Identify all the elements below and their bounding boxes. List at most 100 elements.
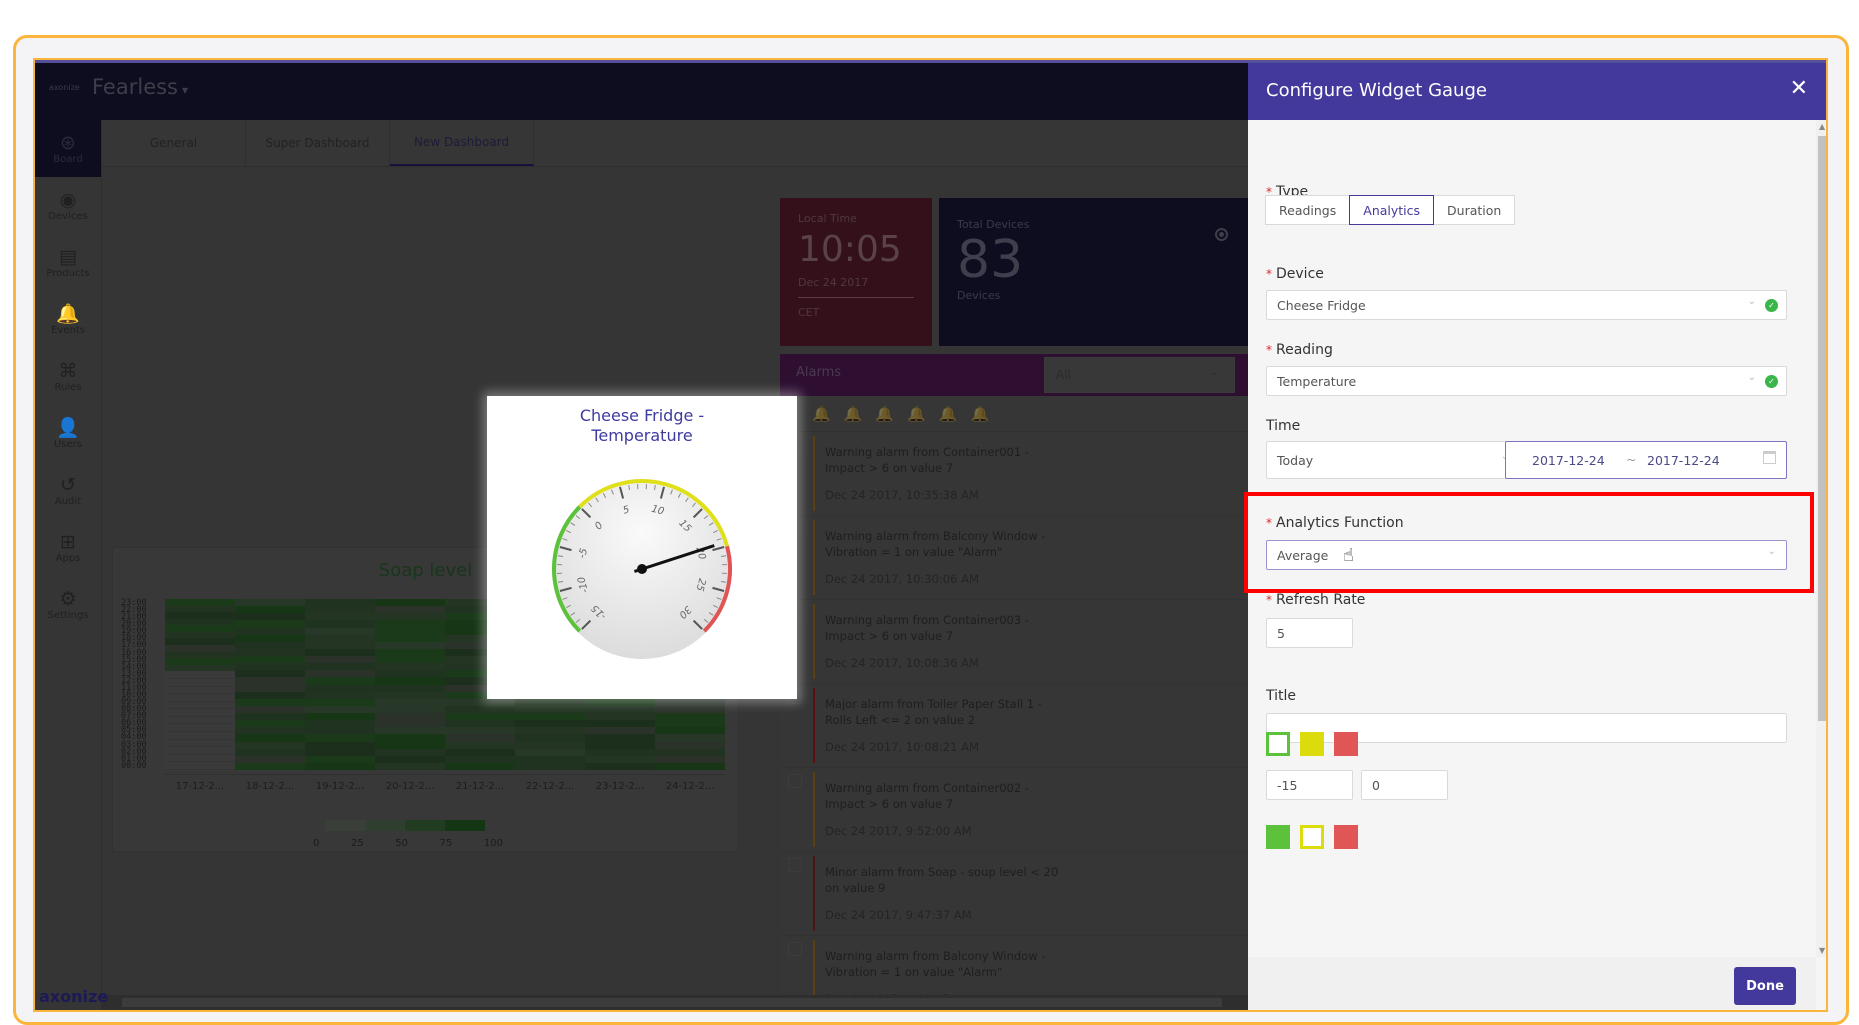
bell-info-icon[interactable]: 🔔 bbox=[970, 405, 989, 423]
alarm-list-item[interactable]: Warning alarm from Balcony Window - Vibr… bbox=[780, 516, 1248, 600]
heatmap-y-axis: 23:0022:0021:0020:0019:0018:0017:0016:00… bbox=[121, 600, 157, 770]
range-from-input[interactable]: -15 bbox=[1266, 770, 1353, 800]
scroll-up-icon[interactable]: ▲ bbox=[1819, 122, 1825, 131]
heatmap-cell bbox=[305, 613, 375, 620]
heatmap-cell bbox=[375, 685, 445, 692]
sidebar-item-devices[interactable]: ◉Devices bbox=[35, 177, 101, 234]
local-time-value: 10:05 bbox=[798, 230, 914, 270]
check-circle-icon: ✓ bbox=[1765, 375, 1778, 388]
color-swatch[interactable] bbox=[1300, 732, 1324, 756]
range-to-input[interactable]: 0 bbox=[1361, 770, 1448, 800]
color-swatch[interactable] bbox=[1334, 825, 1358, 849]
heatmap-cell bbox=[235, 642, 305, 649]
heatmap-cell bbox=[515, 763, 585, 770]
alarm-list-item[interactable]: Warning alarm from Container001 - Impact… bbox=[780, 432, 1248, 516]
alarm-timestamp: Dec 24 2017, 10:35:38 AM bbox=[825, 488, 979, 502]
alarms-widget: Alarms All ⌄ 🔔🔔🔔🔔🔔🔔 Warning alarm from C… bbox=[780, 354, 1248, 1009]
heatmap-cell bbox=[305, 727, 375, 734]
sidebar-item-label: Products bbox=[46, 268, 89, 279]
alarms-filter-select[interactable]: All ⌄ bbox=[1044, 357, 1235, 393]
timezone: CET bbox=[798, 306, 914, 319]
heatmap-cell bbox=[305, 713, 375, 720]
type-option-duration[interactable]: Duration bbox=[1433, 195, 1515, 225]
panel-scrollbar[interactable]: ▲ ▼ bbox=[1816, 120, 1828, 957]
tab-general[interactable]: General bbox=[102, 120, 246, 166]
sidebar-item-rules[interactable]: ⌘Rules bbox=[35, 348, 101, 405]
users-icon: 👤 bbox=[56, 417, 80, 439]
date-from: 2017-12-24 bbox=[1532, 453, 1605, 468]
alarm-message: Warning alarm from Container002 - Impact… bbox=[825, 780, 1065, 812]
alarm-list-item[interactable]: Warning alarm from Container002 - Impact… bbox=[780, 768, 1248, 852]
total-devices-unit: Devices bbox=[957, 289, 1230, 302]
alarm-list-item[interactable]: Warning alarm from Container003 - Impact… bbox=[780, 600, 1248, 684]
heatmap-cell bbox=[655, 706, 725, 713]
sidebar-item-audit[interactable]: ↺Audit bbox=[35, 462, 101, 519]
bell-warning-icon[interactable]: 🔔 bbox=[907, 405, 926, 423]
device-select[interactable]: Cheese Fridge ⌄ ✓ bbox=[1266, 290, 1787, 320]
bell-major-icon[interactable]: 🔔 bbox=[844, 405, 863, 423]
alarm-checkbox[interactable] bbox=[788, 774, 802, 788]
heatmap-cell bbox=[585, 727, 655, 734]
color-swatch[interactable] bbox=[1300, 825, 1324, 849]
tab-super-dashboard[interactable]: Super Dashboard bbox=[246, 120, 390, 166]
gauge-widget[interactable]: Cheese Fridge - Temperature -15-10-50510… bbox=[487, 396, 797, 699]
scrollbar-thumb[interactable] bbox=[1818, 136, 1828, 721]
sidebar-item-events[interactable]: 🔔Events bbox=[35, 291, 101, 348]
date-separator: ~ bbox=[1626, 452, 1636, 467]
sidebar-item-apps[interactable]: ⊞Apps bbox=[35, 519, 101, 576]
events-icon: 🔔 bbox=[56, 303, 80, 325]
alarm-checkbox[interactable] bbox=[788, 942, 802, 956]
check-circle-icon: ✓ bbox=[1765, 299, 1778, 312]
bell-minor-icon[interactable]: 🔔 bbox=[875, 405, 894, 423]
alarm-checkbox[interactable] bbox=[788, 858, 802, 872]
color-swatch[interactable] bbox=[1266, 732, 1290, 756]
type-option-readings[interactable]: Readings bbox=[1265, 195, 1350, 225]
done-button[interactable]: Done bbox=[1734, 967, 1796, 1005]
alarm-list-item[interactable]: Major alarm from Toiler Paper Stall 1 - … bbox=[780, 684, 1248, 768]
bell-muted-icon[interactable]: 🔔 bbox=[939, 405, 958, 423]
heatmap-cell bbox=[375, 713, 445, 720]
tab-new-dashboard[interactable]: New Dashboard bbox=[390, 120, 534, 166]
workspace-switcher[interactable]: Fearless▾ bbox=[92, 75, 188, 99]
alarm-message: Warning alarm from Balcony Window - Vibr… bbox=[825, 948, 1065, 980]
logo-small: axonize bbox=[49, 83, 80, 92]
local-time-widget[interactable]: Local Time 10:05 Dec 24 2017 CET bbox=[780, 198, 932, 346]
sidebar-item-board[interactable]: ⊛Board bbox=[35, 120, 101, 177]
heatmap-cell bbox=[585, 763, 655, 770]
heatmap-cell bbox=[515, 699, 585, 706]
sidebar-item-settings[interactable]: ⚙Settings bbox=[35, 576, 101, 633]
calendar-icon bbox=[1763, 451, 1776, 464]
heatmap-cell bbox=[305, 663, 375, 670]
date-range-picker[interactable]: 2017-12-24 ~ 2017-12-24 bbox=[1505, 441, 1787, 479]
scrollbar-thumb[interactable] bbox=[122, 998, 1222, 1007]
heatmap-cell bbox=[305, 742, 375, 749]
color-swatch[interactable] bbox=[1266, 825, 1290, 849]
color-swatch[interactable] bbox=[1334, 732, 1358, 756]
panel-header: Configure Widget Gauge ✕ bbox=[1248, 63, 1828, 120]
heatmap-cell bbox=[375, 649, 445, 656]
heatmap-cell bbox=[375, 727, 445, 734]
bell-critical-icon[interactable]: 🔔 bbox=[812, 405, 831, 423]
audit-icon: ↺ bbox=[60, 474, 76, 496]
heatmap-cell bbox=[165, 762, 235, 770]
heatmap-cell bbox=[235, 599, 305, 606]
close-icon[interactable]: ✕ bbox=[1790, 76, 1808, 101]
total-devices-widget[interactable]: Total Devices 83 Devices bbox=[939, 198, 1248, 346]
sidebar-item-products[interactable]: ▤Products bbox=[35, 234, 101, 291]
heatmap-cell bbox=[305, 734, 375, 741]
refresh-rate-input[interactable]: 5 bbox=[1266, 618, 1353, 648]
reading-select[interactable]: Temperature ⌄ ✓ bbox=[1266, 366, 1787, 396]
chevron-down-icon: ⌄ bbox=[1768, 546, 1776, 557]
heatmap-cell bbox=[305, 699, 375, 706]
time-preset-select[interactable]: Today ⌄ bbox=[1266, 441, 1520, 479]
scroll-down-icon[interactable]: ▼ bbox=[1819, 946, 1825, 955]
sidebar-item-label: Devices bbox=[48, 211, 87, 222]
heatmap-cell bbox=[375, 663, 445, 670]
heatmap-x-tick: 22-12-2... bbox=[515, 781, 585, 792]
device-value: Cheese Fridge bbox=[1277, 298, 1366, 313]
alarm-list-item[interactable]: Minor alarm from Soap - soup level < 20 … bbox=[780, 852, 1248, 936]
sidebar-item-users[interactable]: 👤Users bbox=[35, 405, 101, 462]
severity-bar bbox=[813, 856, 815, 931]
type-option-analytics[interactable]: Analytics bbox=[1349, 195, 1434, 225]
heatmap-cell bbox=[305, 628, 375, 635]
